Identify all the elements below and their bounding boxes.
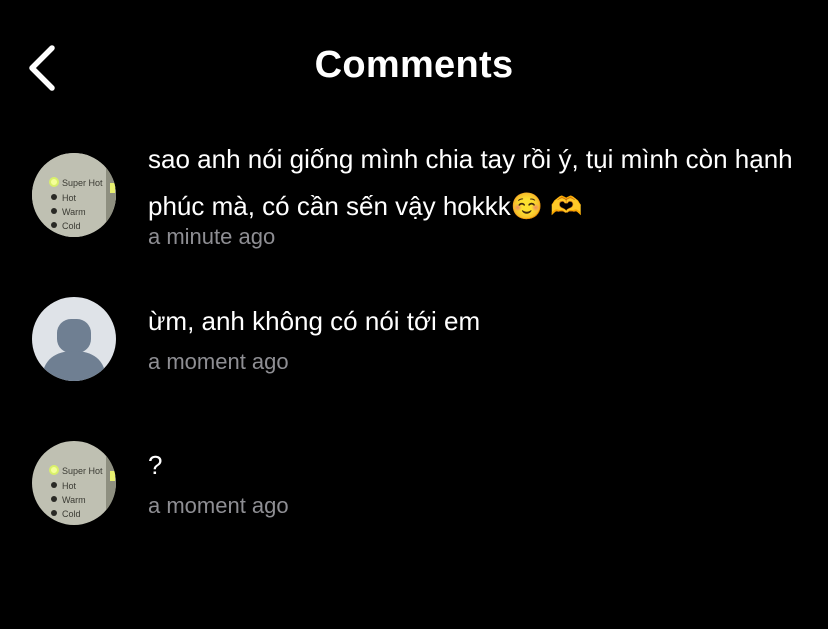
svg-text:Super Hot: Super Hot: [62, 178, 103, 188]
avatar[interactable]: [32, 297, 116, 381]
avatar[interactable]: Super Hot Hot Warm Cold: [32, 153, 116, 237]
comment-timestamp: a moment ago: [148, 493, 289, 518]
comment-text: ?: [148, 450, 163, 480]
comment-item[interactable]: Super Hot Hot Warm Cold ? a moment ago: [0, 434, 828, 544]
svg-text:Warm: Warm: [62, 207, 86, 217]
avatar[interactable]: Super Hot Hot Warm Cold: [32, 441, 116, 525]
svg-text:Super Hot: Super Hot: [62, 466, 103, 476]
comment-item[interactable]: ừm, anh không có nói tới em a moment ago: [0, 290, 828, 400]
svg-text:Warm: Warm: [62, 495, 86, 505]
svg-text:Cold: Cold: [62, 221, 81, 231]
svg-text:Hot: Hot: [62, 193, 77, 203]
comment-timestamp: a moment ago: [148, 349, 289, 374]
comment-item[interactable]: Super Hot Hot Warm Cold sao anh nói giốn…: [0, 130, 828, 260]
person-icon: [32, 297, 116, 381]
header-bar: Comments: [0, 0, 828, 130]
page-title: Comments: [314, 44, 514, 86]
svg-text:Hot: Hot: [62, 481, 77, 491]
comment-text: ừm, anh không có nói tới em: [148, 306, 481, 336]
svg-text:Cold: Cold: [62, 509, 81, 519]
comment-text: sao anh nói giống mình chia tay rồi ý, t…: [148, 144, 800, 221]
